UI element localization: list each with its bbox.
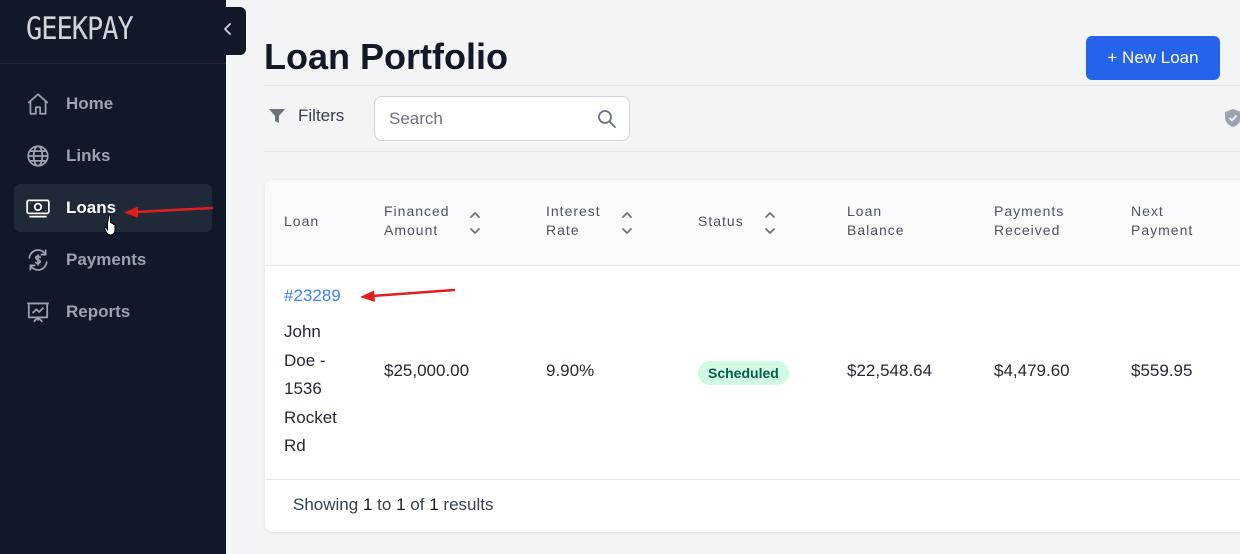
loans-table: Loan Financed Amount Interest Rate Status … [265,180,1240,532]
sidebar-collapse-button[interactable] [210,7,246,55]
cash-icon [24,194,52,222]
sort-icon[interactable] [764,210,776,241]
sidebar-item-label: Payments [66,250,147,269]
loan-description: John Doe - 1536 Rocket Rd [284,322,337,455]
pagination-summary: Showing 1 to 1 of 1 results [293,495,494,514]
sidebar-item-payments[interactable]: Payments [14,236,212,284]
column-header-loan-balance: Loan Balance [847,203,905,238]
filters-label: Filters [298,106,345,125]
reports-icon [24,298,52,326]
table-divider [265,479,1240,480]
loan-id-link[interactable]: #23289 [284,286,341,306]
interest-rate-cell: 9.90% [546,361,595,380]
sidebar-divider [0,63,226,64]
column-header-financed-amount[interactable]: Financed Amount [384,202,450,240]
loan-balance-cell: $22,548.64 [847,361,933,380]
financed-amount-cell: $25,000.00 [384,361,470,380]
sidebar-item-reports[interactable]: Reports [14,288,212,336]
sidebar-nav: Home Links Loans Payments Reports [14,80,212,340]
page-title: Loan Portfolio [264,36,508,77]
next-payment-cell: $559.95 [1131,361,1193,380]
chevron-left-icon [222,22,234,41]
sidebar-item-links[interactable]: Links [14,132,212,180]
filter-icon [268,107,286,125]
column-header-status[interactable]: Status [698,212,744,231]
sort-icon[interactable] [621,210,633,241]
sidebar-item-home[interactable]: Home [14,80,212,128]
globe-icon [24,142,52,170]
sidebar-item-label: Reports [66,302,131,321]
filters-button[interactable]: Filters [268,106,344,126]
column-header-interest-rate[interactable]: Interest Rate [546,202,601,240]
home-icon [24,90,52,118]
toolbar-divider [264,151,1240,152]
geekpay-logo[interactable]: GEEKPAY [26,11,134,50]
sidebar-item-label: Home [66,94,114,113]
hand-cursor-icon [104,214,120,241]
status-badge: Scheduled [698,361,789,385]
header-divider [264,85,1240,86]
search-field[interactable] [374,96,630,141]
payments-received-cell: $4,479.60 [994,361,1070,380]
sidebar-item-label: Links [66,146,111,165]
new-loan-button[interactable]: + New Loan [1086,36,1220,80]
table-header: Loan Financed Amount Interest Rate Status … [265,180,1240,266]
payments-icon [24,246,52,274]
column-header-next-payment: Next Payment [1131,203,1194,238]
search-icon[interactable] [597,109,617,134]
column-header-loan: Loan [284,213,320,229]
shield-icon[interactable] [1224,108,1240,133]
search-input[interactable] [389,107,589,131]
sidebar: GEEKPAY Home Links Loans Payments Report… [0,0,226,554]
column-header-payments-received: Payments Received [994,203,1065,238]
sort-icon[interactable] [469,210,481,241]
